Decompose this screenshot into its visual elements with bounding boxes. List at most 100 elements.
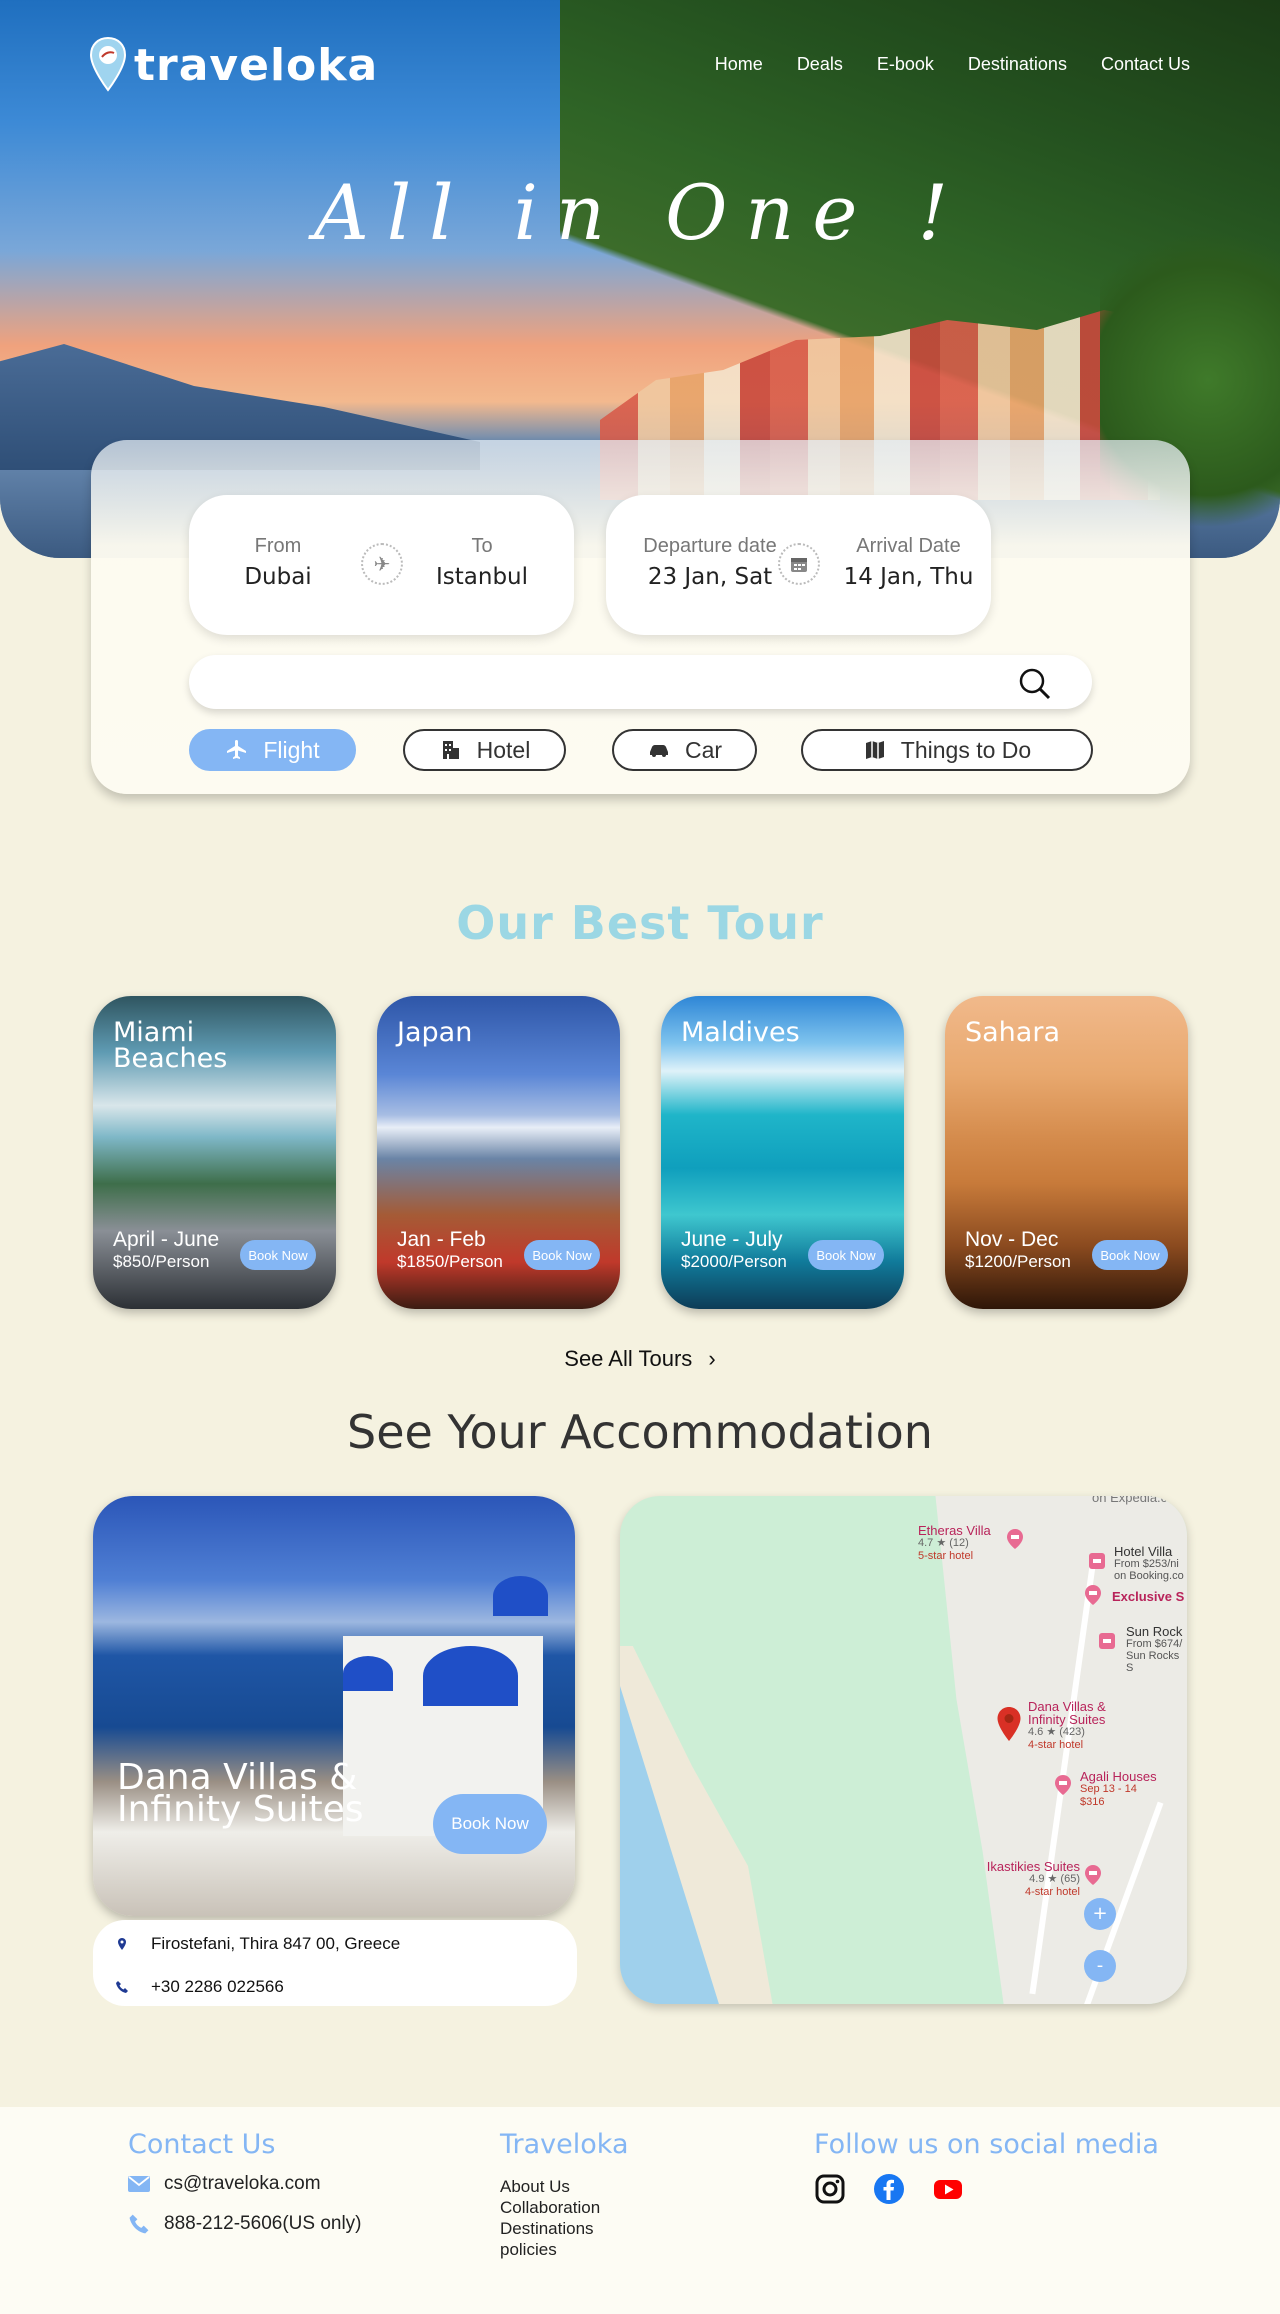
place-detail: From $674/ [1126,1638,1183,1650]
tour-name: Sahara [965,1017,1060,1048]
zoom-out-button[interactable]: - [1084,1950,1116,1982]
arrival-field[interactable]: Arrival Date 14 Jan, Thu [826,535,991,590]
nav-destinations[interactable]: Destinations [968,54,1067,75]
see-all-tours-link[interactable]: See All Tours › [0,1346,1280,1372]
tour-card-maldives[interactable]: Maldives June - July $2000/Person Book N… [661,996,904,1309]
calendar-icon [778,543,820,585]
accommodation-contact: Firostefani, Thira 847 00, Greece +30 22… [93,1920,577,2006]
nav-home[interactable]: Home [715,54,763,75]
from-label: From [254,535,302,557]
tab-flight-label: Flight [263,736,320,763]
hotel-pin-icon[interactable] [1006,1528,1024,1550]
tab-car[interactable]: Car [612,729,757,771]
book-now-button[interactable]: Book Now [1092,1240,1168,1270]
accommodation-name: Dana Villas & Infinity Suites [117,1757,364,1830]
phone-text: +30 2286 022566 [151,1977,284,1996]
place-type: 5-star hotel [918,1550,974,1562]
place-rating: 4.6 ★ (423) [1028,1726,1085,1738]
search-icon[interactable] [1018,667,1052,701]
tab-flight[interactable]: Flight [189,729,356,771]
hero-tagline: All in One ! [314,168,966,257]
tour-card-miami[interactable]: Miami Beaches April - June $850/Person B… [93,996,336,1309]
hotel-pin-icon[interactable] [1084,1584,1102,1606]
book-now-button[interactable]: Book Now [433,1794,547,1854]
instagram-icon[interactable] [814,2173,846,2205]
footer-phone[interactable]: 888-212-5606(US only) [128,2213,362,2235]
to-label: To [471,535,493,557]
place-detail: Sun Rocks S [1126,1650,1180,1674]
place-name: Agali Houses [1080,1769,1157,1784]
accommodation-section-title: See Your Accommodation [347,1405,933,1459]
nav-contact-us[interactable]: Contact Us [1101,54,1190,75]
tour-dates: Nov - Dec [965,1228,1059,1251]
hotel-pin-icon[interactable] [1084,1864,1102,1886]
facebook-icon[interactable] [873,2173,905,2205]
place-type: 4-star hotel [1024,1886,1080,1898]
footer-link-destinations[interactable]: Destinations [500,2219,594,2239]
tour-dates: April - June [113,1228,220,1251]
place-detail: on Booking.co [1114,1570,1184,1582]
zoom-in-button[interactable]: + [1084,1898,1116,1930]
footer-email[interactable]: cs@traveloka.com [128,2173,321,2195]
departure-label: Departure date [643,535,777,557]
tab-hotel[interactable]: Hotel [403,729,566,771]
map-place-hotel-villa[interactable]: Hotel Villa From $253/ni on Booking.co [1114,1544,1184,1582]
place-name: Hotel Villa [1114,1544,1173,1559]
arrival-label: Arrival Date [856,535,961,557]
accommodation-card[interactable]: Dana Villas & Infinity Suites Book Now [93,1496,575,1916]
book-now-button[interactable]: Book Now [240,1240,316,1270]
main-nav: Home Deals E-book Destinations Contact U… [715,54,1190,75]
arrival-value: 14 Jan, Thu [843,564,974,590]
youtube-icon[interactable] [932,2173,964,2205]
map-place-etheras[interactable]: Etheras Villa 4.7 ★ (12) 5-star hotel [918,1524,991,1563]
tour-name: Japan [397,1017,473,1048]
departure-field[interactable]: Departure date 23 Jan, Sat [620,535,800,590]
place-rating: 4.9 ★ (65) [1029,1873,1080,1885]
tour-card-sahara[interactable]: Sahara Nov - Dec $1200/Person Book Now [945,996,1188,1309]
search-input[interactable] [189,655,1092,709]
map-place-exclusive[interactable]: Exclusive S [1112,1590,1184,1603]
hotel-pin-icon[interactable] [1098,1632,1116,1654]
map-label: on Expedia.com [1092,1496,1186,1505]
book-now-button[interactable]: Book Now [808,1240,884,1270]
footer-link-policies[interactable]: policies [500,2240,557,2260]
hotel-pin-icon[interactable] [1088,1552,1106,1574]
map-place-agali[interactable]: Agali Houses Sep 13 - 14 $316 [1080,1770,1157,1809]
place-detail: $316 [1080,1796,1105,1808]
place-rating: 4.7 ★ (12) [918,1537,969,1549]
map-icon [865,741,884,759]
tour-dates: Jan - Feb [397,1228,486,1251]
location-pin-icon [89,36,127,92]
tab-hotel-label: Hotel [476,736,531,763]
selected-location-pin-icon[interactable] [996,1706,1022,1742]
tour-card-japan[interactable]: Japan Jan - Feb $1850/Person Book Now [377,996,620,1309]
map-place-sun-rock[interactable]: Sun Rock From $674/ Sun Rocks S [1126,1624,1187,1674]
map-place-dana-villas[interactable]: Dana Villas & Infinity Suites 4.6 ★ (423… [1028,1700,1138,1752]
footer-link-about[interactable]: About Us [500,2177,570,2197]
to-field[interactable]: To Istanbul [407,535,557,590]
footer-contact-title: Contact Us [128,2129,276,2160]
hotel-pin-icon[interactable] [1054,1774,1072,1796]
footer-phone-text: 888-212-5606(US only) [164,2213,362,2234]
date-selector[interactable]: Departure date 23 Jan, Sat Arrival Date … [606,495,991,635]
tour-price: $850/Person [113,1252,210,1271]
place-name: Sun Rock [1126,1624,1183,1639]
plane-icon [227,740,247,759]
brand-logo[interactable]: traveloka [88,36,378,94]
place-name: Dana Villas & Infinity Suites [1028,1699,1106,1727]
tab-things-to-do[interactable]: Things to Do [801,729,1093,771]
nav-ebook[interactable]: E-book [877,54,934,75]
location-icon [118,1938,126,1950]
footer-email-text: cs@traveloka.com [164,2173,321,2194]
accommodation-map[interactable]: on Expedia.com Etheras Villa 4.7 ★ (12) … [620,1496,1187,2004]
route-selector[interactable]: From Dubai ✈ To Istanbul [189,495,574,635]
from-field[interactable]: From Dubai [203,535,353,590]
from-value: Dubai [244,564,312,590]
book-now-button[interactable]: Book Now [524,1240,600,1270]
nav-deals[interactable]: Deals [797,54,843,75]
tour-price: $1200/Person [965,1252,1071,1271]
tour-name: Maldives [681,1017,800,1048]
map-place-ikastikies[interactable]: Ikastikies Suites 4.9 ★ (65) 4-star hote… [970,1860,1080,1899]
footer-link-collaboration[interactable]: Collaboration [500,2198,600,2218]
place-name: Etheras Villa [918,1523,991,1538]
